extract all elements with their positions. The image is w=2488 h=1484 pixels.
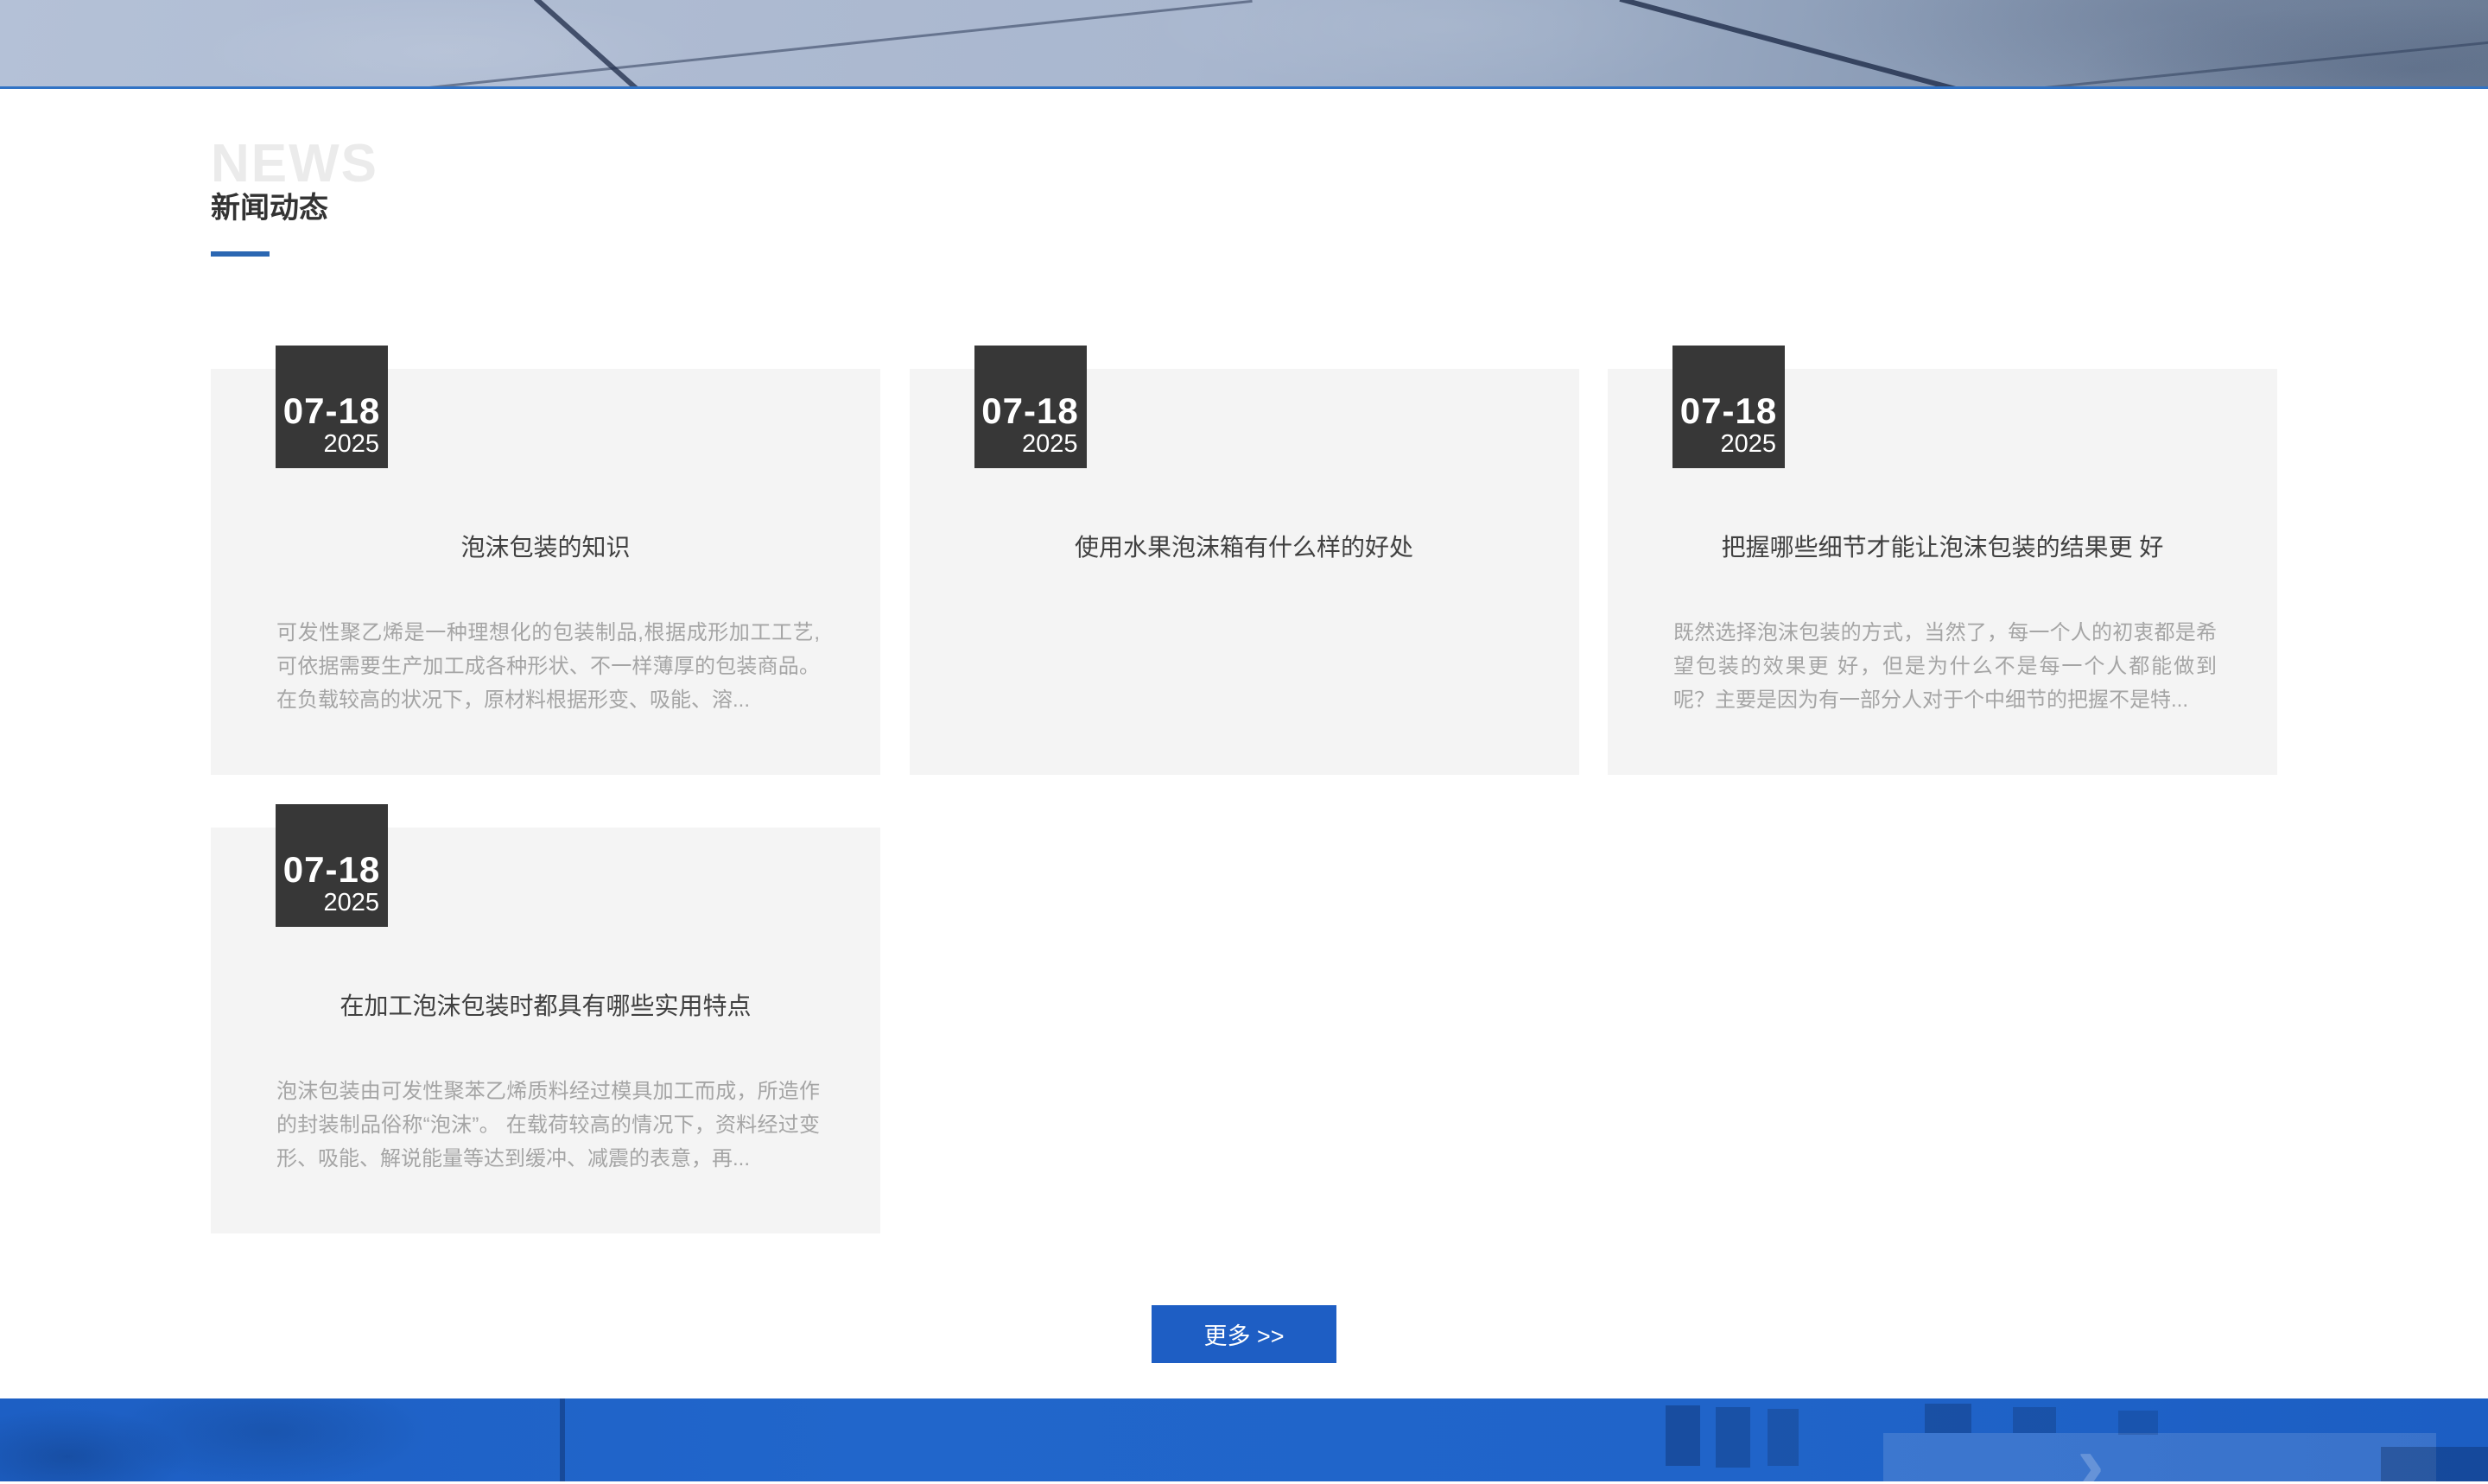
date-day: 07-18 — [276, 851, 388, 889]
footer-photo-window — [2118, 1411, 2158, 1435]
date-badge: 07-18 2025 — [276, 346, 388, 468]
date-day: 07-18 — [276, 392, 388, 430]
news-summary: 可发性聚乙烯是一种理想化的包装制品,根据成形加工工艺,可依据需要生产加工成各种形… — [276, 616, 820, 717]
date-year: 2025 — [276, 889, 388, 916]
news-summary: 既然选择泡沫包装的方式，当然了，每一个人的初衷都是希望包装的效果更 好，但是为什… — [1673, 616, 2217, 717]
news-card[interactable]: 07-18 2025 把握哪些细节才能让泡沫包装的结果更 好 既然选择泡沫包装的… — [1608, 369, 2277, 775]
news-title-link[interactable]: 把握哪些细节才能让泡沫包装的结果更 好 — [1642, 533, 2243, 562]
date-badge: 07-18 2025 — [974, 346, 1087, 468]
footer-photo-strip: › — [0, 1398, 2488, 1481]
news-card[interactable]: 07-18 2025 泡沫包装的知识 可发性聚乙烯是一种理想化的包装制品,根据成… — [211, 369, 880, 775]
date-day: 07-18 — [1672, 392, 1785, 430]
footer-photo-pole — [560, 1398, 565, 1481]
news-title-link[interactable]: 使用水果泡沫箱有什么样的好处 — [944, 533, 1545, 562]
news-section: NEWS 新闻动态 07-18 2025 泡沫包装的知识 可发性聚乙烯是一种理想… — [211, 137, 2277, 1363]
footer-photo-window — [1666, 1405, 1700, 1466]
footer-photo-building — [1883, 1433, 2436, 1481]
date-badge: 07-18 2025 — [1672, 346, 1785, 468]
top-banner-image — [0, 0, 2488, 89]
news-summary: 泡沫包装由可发性聚苯乙烯质料经过模具加工而成，所造作的封装制品俗称“泡沫”。 在… — [276, 1075, 820, 1176]
date-year: 2025 — [276, 430, 388, 458]
footer-photo-window — [2013, 1407, 2056, 1433]
more-news-button[interactable]: 更多 >> — [1152, 1305, 1336, 1363]
footer-photo-window — [1925, 1404, 1971, 1433]
date-day: 07-18 — [974, 392, 1087, 430]
footer-photo-trees — [0, 1398, 449, 1481]
date-year: 2025 — [1672, 430, 1785, 458]
section-title-en: NEWS — [211, 137, 2277, 191]
news-title-link[interactable]: 在加工泡沫包装时都具有哪些实用特点 — [245, 992, 846, 1021]
footer-photo-shadow — [2381, 1447, 2488, 1481]
footer-photo-window — [1716, 1407, 1750, 1468]
news-card-grid: 07-18 2025 泡沫包装的知识 可发性聚乙烯是一种理想化的包装制品,根据成… — [211, 369, 2277, 1233]
section-title-zh: 新闻动态 — [211, 191, 2277, 225]
date-badge: 07-18 2025 — [276, 804, 388, 927]
news-title-link[interactable]: 泡沫包装的知识 — [245, 533, 846, 562]
banner-texture — [0, 0, 2488, 86]
news-card[interactable]: 07-18 2025 在加工泡沫包装时都具有哪些实用特点 泡沫包装由可发性聚苯乙… — [211, 828, 880, 1233]
section-underline — [211, 251, 270, 257]
date-year: 2025 — [974, 430, 1087, 458]
news-card[interactable]: 07-18 2025 使用水果泡沫箱有什么样的好处 — [910, 369, 1579, 775]
footer-photo-window — [1768, 1409, 1799, 1466]
carousel-next-icon: › — [2077, 1423, 2104, 1481]
